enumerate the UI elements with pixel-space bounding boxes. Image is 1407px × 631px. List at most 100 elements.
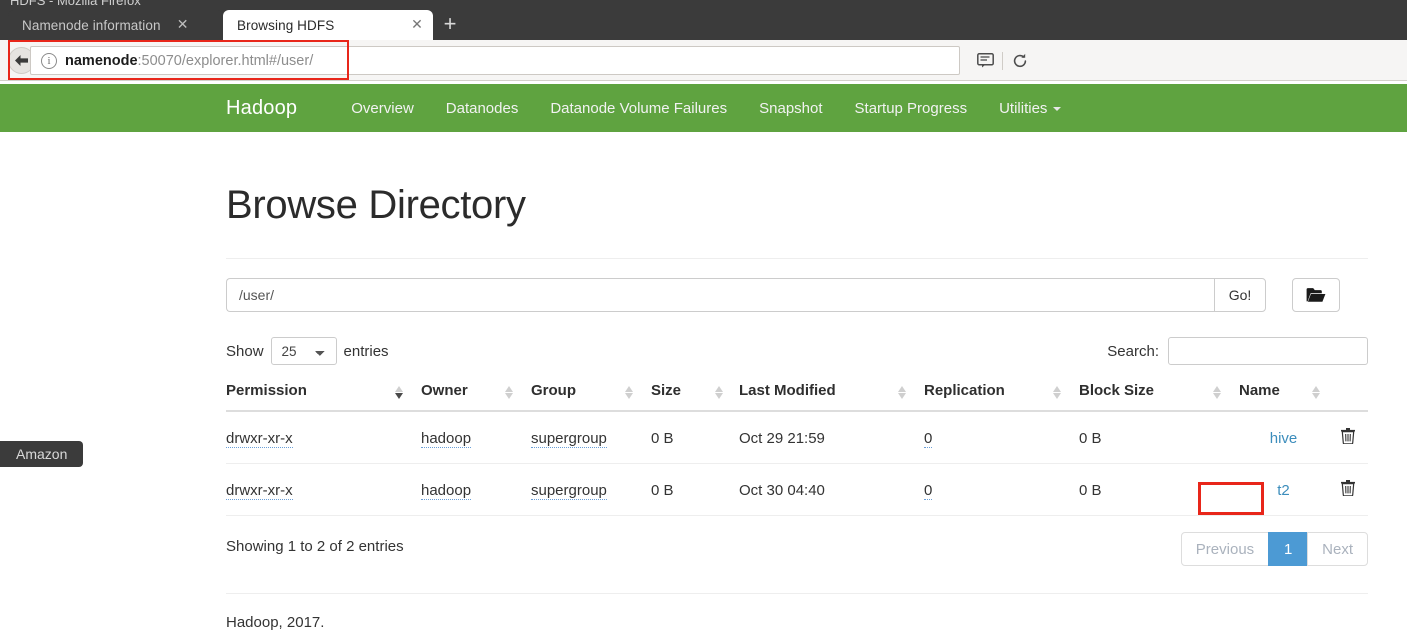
pagination-page-1[interactable]: 1: [1268, 532, 1308, 566]
group-value[interactable]: supergroup: [531, 430, 607, 448]
permission-value[interactable]: drwxr-xr-x: [226, 430, 293, 448]
cell-permission[interactable]: drwxr-xr-x: [226, 464, 421, 516]
pagination-previous[interactable]: Previous: [1181, 532, 1269, 566]
replication-value[interactable]: 0: [924, 482, 932, 500]
cell-name[interactable]: t2: [1239, 464, 1328, 516]
tab-namenode-information[interactable]: Namenode information ✕: [8, 10, 223, 40]
column-header-block-size[interactable]: Block Size: [1079, 382, 1239, 411]
pagination-next[interactable]: Next: [1307, 532, 1368, 566]
table-row[interactable]: drwxr-xr-x hadoop supergroup 0 B Oct 30 …: [226, 464, 1368, 516]
window-title: HDFS - Mozilla Firefox: [10, 0, 141, 8]
sort-icon[interactable]: [1053, 386, 1063, 399]
size-value: 0 B: [651, 482, 674, 499]
cell-delete[interactable]: [1328, 411, 1368, 464]
path-input[interactable]: [226, 278, 1214, 312]
url-bar[interactable]: i namenode:50070/explorer.html#/user/: [30, 46, 960, 75]
cell-group[interactable]: supergroup: [531, 464, 651, 516]
table-search-input[interactable]: [1168, 337, 1368, 365]
hadoop-nav-links: Overview Datanodes Datanode Volume Failu…: [335, 100, 1077, 117]
column-header-permission[interactable]: Permission: [226, 382, 421, 411]
table-header-row: Permission Owner Group Size: [226, 382, 1368, 411]
group-value[interactable]: supergroup: [531, 482, 607, 500]
close-icon[interactable]: ✕: [175, 17, 191, 33]
back-arrow-icon: [14, 54, 29, 67]
tab-browsing-hdfs[interactable]: Browsing HDFS ✕: [223, 10, 433, 40]
table-search-label: Search:: [1107, 343, 1159, 360]
trash-icon[interactable]: [1341, 480, 1355, 500]
tab-label: Namenode information: [22, 18, 161, 33]
cell-replication[interactable]: 0: [924, 411, 1079, 464]
hadoop-brand[interactable]: Hadoop: [226, 97, 297, 120]
column-header-owner[interactable]: Owner: [421, 382, 531, 411]
sort-icon[interactable]: [625, 386, 635, 399]
file-name-link[interactable]: hive: [1270, 430, 1298, 447]
table-row[interactable]: drwxr-xr-x hadoop supergroup 0 B Oct 29 …: [226, 411, 1368, 464]
sort-icon[interactable]: [1213, 386, 1223, 399]
cell-delete[interactable]: [1328, 464, 1368, 516]
nav-item-utilities[interactable]: Utilities: [983, 100, 1077, 117]
url-text: namenode:50070/explorer.html#/user/: [65, 53, 313, 69]
path-input-group: Go!: [226, 278, 1266, 312]
nav-item-startup-progress[interactable]: Startup Progress: [839, 100, 984, 117]
close-icon[interactable]: ✕: [409, 17, 425, 33]
reader-view-icon[interactable]: [968, 46, 1002, 75]
title-divider: [226, 258, 1368, 259]
sort-icon[interactable]: [1312, 386, 1322, 399]
cell-replication[interactable]: 0: [924, 464, 1079, 516]
permission-value[interactable]: drwxr-xr-x: [226, 482, 293, 500]
content-container: Browse Directory Go! Show 25 50 100: [226, 132, 1368, 631]
sort-icon[interactable]: [715, 386, 725, 399]
owner-value[interactable]: hadoop: [421, 482, 471, 500]
last-modified-value: Oct 30 04:40: [739, 482, 825, 499]
cell-block-size: 0 B: [1079, 411, 1239, 464]
column-label: Replication: [924, 382, 1005, 399]
column-header-group[interactable]: Group: [531, 382, 651, 411]
hadoop-navbar: Hadoop Overview Datanodes Datanode Volum…: [0, 84, 1407, 132]
browser-chrome: HDFS - Mozilla Firefox Namenode informat…: [0, 0, 1407, 84]
nav-item-snapshot[interactable]: Snapshot: [743, 100, 838, 117]
column-label: Permission: [226, 382, 307, 399]
column-header-name[interactable]: Name: [1239, 382, 1328, 411]
new-tab-button[interactable]: +: [437, 13, 463, 37]
owner-value[interactable]: hadoop: [421, 430, 471, 448]
trash-icon[interactable]: [1341, 428, 1355, 448]
table-info-text: Showing 1 to 2 of 2 entries: [226, 538, 404, 555]
table-search-control: Search:: [1107, 337, 1368, 365]
page-length-select[interactable]: 25 50 100: [271, 337, 337, 365]
nav-item-overview[interactable]: Overview: [335, 100, 430, 117]
column-label: Last Modified: [739, 382, 836, 399]
nav-item-label: Overview: [351, 100, 414, 117]
show-entries-control: Show 25 50 100 entries: [226, 337, 389, 365]
nav-item-datanodes[interactable]: Datanodes: [430, 100, 535, 117]
sort-icon[interactable]: [898, 386, 908, 399]
column-header-actions: [1328, 382, 1368, 411]
column-label: Block Size: [1079, 382, 1154, 399]
cell-permission[interactable]: drwxr-xr-x: [226, 411, 421, 464]
cell-name[interactable]: hive: [1239, 411, 1328, 464]
reload-icon[interactable]: [1003, 46, 1037, 75]
path-row: Go!: [226, 278, 1368, 312]
column-label: Group: [531, 382, 576, 399]
hdfs-file-table: Permission Owner Group Size: [226, 382, 1368, 516]
info-icon[interactable]: i: [41, 53, 57, 69]
file-name-link[interactable]: t2: [1277, 482, 1290, 499]
table-controls: Show 25 50 100 entries Search:: [226, 337, 1368, 367]
block-size-value: 0 B: [1079, 482, 1102, 499]
page-title: Browse Directory: [226, 132, 1368, 228]
browse-folder-button[interactable]: [1292, 278, 1340, 312]
sort-icon[interactable]: [505, 386, 515, 399]
url-path: :50070/explorer.html#/user/: [138, 53, 314, 69]
cell-group[interactable]: supergroup: [531, 411, 651, 464]
column-header-size[interactable]: Size: [651, 382, 739, 411]
replication-value[interactable]: 0: [924, 430, 932, 448]
column-header-replication[interactable]: Replication: [924, 382, 1079, 411]
sort-icon[interactable]: [395, 386, 405, 399]
table-footer: Showing 1 to 2 of 2 entries Previous 1 N…: [226, 532, 1368, 566]
nav-item-datanode-volume-failures[interactable]: Datanode Volume Failures: [534, 100, 743, 117]
window-titlebar: HDFS - Mozilla Firefox: [0, 0, 1407, 10]
go-button[interactable]: Go!: [1214, 278, 1266, 312]
cell-block-size: 0 B: [1079, 464, 1239, 516]
cell-owner[interactable]: hadoop: [421, 464, 531, 516]
cell-owner[interactable]: hadoop: [421, 411, 531, 464]
column-header-last-modified[interactable]: Last Modified: [739, 382, 924, 411]
